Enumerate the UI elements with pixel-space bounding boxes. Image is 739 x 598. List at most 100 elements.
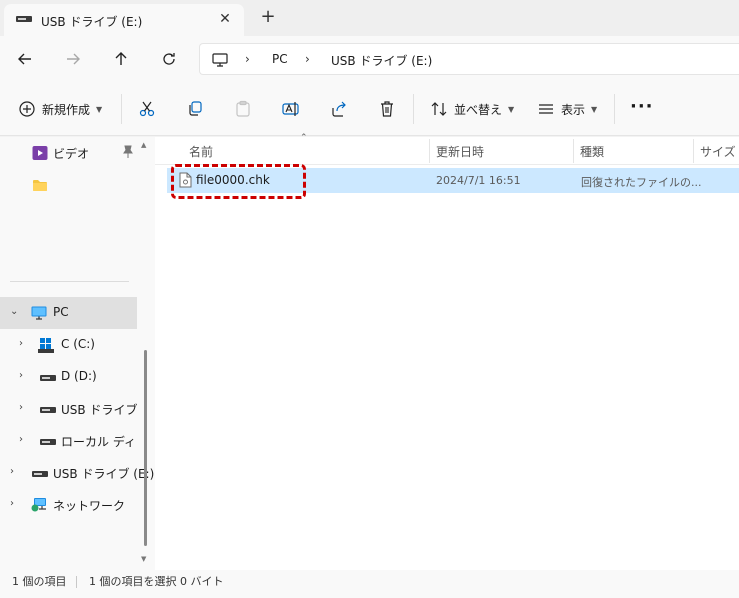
column-header-type[interactable]: 種類: [580, 143, 604, 160]
chevron-right-icon: ›: [10, 466, 14, 477]
file-type: 回復されたファイルの...: [581, 176, 702, 189]
drive-icon: [40, 407, 56, 413]
navigation-pane: ビデオ ⌄ PC › C (C:) › D (D:) › USB ドライブ (E…: [0, 137, 155, 570]
tab-usb-drive[interactable]: USB ドライブ (E:) ✕: [4, 4, 244, 36]
sidebar-item-pc[interactable]: ⌄ PC: [0, 297, 137, 329]
drive-icon: [32, 471, 48, 477]
sidebar-item-label: ローカル ディスク: [61, 435, 137, 449]
sidebar-item-label: C (C:): [61, 337, 95, 351]
drive-icon: [16, 16, 32, 22]
copy-button[interactable]: [186, 95, 204, 123]
arrow-up-icon: [115, 52, 127, 65]
sidebar-item-label: D (D:): [61, 369, 97, 383]
status-bar: 1 個の項目 1 個の項目を選択 0 バイト: [0, 570, 739, 598]
column-divider[interactable]: [573, 139, 574, 163]
pin-icon: [123, 145, 133, 158]
status-selection: 1 個の項目を選択 0 バイト: [89, 575, 224, 588]
command-bar: 新規作成 ▼ 並べ替え ▼ 表示 ▼ ···: [0, 82, 739, 136]
arrow-left-icon: [18, 53, 31, 65]
sidebar-item-network[interactable]: › ネットワーク: [0, 489, 137, 521]
toolbar-divider: [121, 94, 122, 124]
monitor-icon: [212, 53, 228, 67]
tab-strip: USB ドライブ (E:) ✕ +: [0, 0, 739, 36]
breadcrumb-separator: ›: [305, 52, 310, 66]
scroll-down-arrow[interactable]: ▼: [141, 555, 146, 563]
chevron-right-icon: ›: [19, 434, 23, 445]
up-button[interactable]: [107, 45, 135, 73]
sidebar-item-drive-d[interactable]: › D (D:): [0, 361, 137, 393]
column-header-row: ⌃ 名前 更新日時 種類 サイズ: [155, 133, 739, 165]
sidebar-divider: [10, 281, 129, 282]
sidebar-item-usb-root[interactable]: › USB ドライブ (E:): [0, 457, 154, 489]
sidebar-item-drive-c[interactable]: › C (C:): [0, 329, 137, 361]
delete-button[interactable]: [378, 95, 396, 123]
navigation-bar: › PC › USB ドライブ (E:): [0, 36, 739, 82]
scroll-up-arrow[interactable]: ▲: [141, 141, 146, 149]
sort-button[interactable]: 並べ替え ▼: [430, 95, 514, 123]
cut-button[interactable]: [138, 95, 156, 123]
drive-icon: [40, 439, 56, 445]
status-item-count: 1 個の項目: [12, 575, 67, 588]
sidebar-item-label: ビデオ: [53, 147, 90, 161]
toolbar-divider: [413, 94, 414, 124]
column-divider[interactable]: [429, 139, 430, 163]
rename-button[interactable]: [282, 95, 300, 123]
sidebar-item-label: ネットワーク: [53, 499, 126, 513]
refresh-icon: [163, 53, 175, 65]
refresh-button[interactable]: [155, 45, 183, 73]
tab-close-button[interactable]: ✕: [216, 10, 234, 28]
breadcrumb-separator: ›: [245, 52, 250, 66]
status-divider: [76, 576, 77, 588]
column-header-name[interactable]: 名前: [189, 143, 213, 160]
file-list: ⌃ 名前 更新日時 種類 サイズ file0000.chk 2024/7/1 1…: [155, 133, 739, 570]
sort-icon: [431, 102, 447, 116]
copy-icon: [189, 101, 202, 116]
highlight-box: [171, 164, 306, 199]
column-header-size[interactable]: サイズ: [700, 143, 736, 160]
folder-icon: [33, 180, 47, 191]
monitor-icon: [31, 306, 47, 320]
sidebar-item-drive-e[interactable]: › USB ドライブ (E:): [0, 393, 137, 425]
back-button[interactable]: [11, 45, 39, 73]
more-options-button[interactable]: ···: [630, 96, 654, 117]
chevron-down-icon: ▼: [96, 104, 103, 114]
forward-button[interactable]: [59, 45, 87, 73]
trash-icon: [381, 101, 393, 117]
new-tab-button[interactable]: +: [257, 6, 279, 28]
column-divider[interactable]: [693, 139, 694, 163]
chevron-right-icon: ›: [10, 498, 14, 509]
view-button[interactable]: 表示 ▼: [537, 95, 597, 123]
sidebar-item-label: USB ドライブ (E:): [53, 467, 155, 481]
video-icon: [32, 146, 48, 160]
chevron-down-icon: ⌄: [10, 306, 19, 317]
sidebar-item-folder[interactable]: [0, 169, 137, 201]
arrow-right-icon: [67, 53, 80, 65]
paste-button[interactable]: [234, 95, 252, 123]
sidebar-scrollbar[interactable]: [144, 350, 147, 546]
sort-button-label: 並べ替え: [454, 102, 503, 117]
address-bar[interactable]: › PC › USB ドライブ (E:): [199, 43, 739, 75]
share-button[interactable]: [330, 95, 348, 123]
scissors-icon: [139, 101, 155, 117]
network-icon: [31, 498, 46, 512]
sidebar-item-label: USB ドライブ (E:): [61, 403, 137, 417]
sidebar-item-videos[interactable]: ビデオ: [0, 137, 137, 169]
sidebar-item-local-disk[interactable]: › ローカル ディスク: [0, 425, 137, 457]
breadcrumb-pc[interactable]: PC: [272, 52, 288, 66]
sort-ascending-icon: ⌃: [300, 133, 308, 143]
chevron-right-icon: ›: [19, 402, 23, 413]
share-icon: [332, 101, 346, 117]
breadcrumb-usb-drive[interactable]: USB ドライブ (E:): [331, 52, 432, 69]
clipboard-icon: [236, 100, 250, 117]
drive-icon: [40, 375, 56, 381]
view-button-label: 表示: [561, 102, 586, 117]
new-button[interactable]: 新規作成 ▼: [18, 95, 102, 123]
column-header-modified[interactable]: 更新日時: [436, 143, 484, 160]
list-view-icon: [539, 104, 553, 114]
chevron-down-icon: ▼: [508, 104, 515, 114]
chevron-right-icon: ›: [19, 338, 23, 349]
file-modified: 2024/7/1 16:51: [436, 174, 521, 187]
rename-icon: [282, 102, 299, 116]
windows-drive-icon: [38, 338, 54, 353]
chevron-right-icon: ›: [19, 370, 23, 381]
